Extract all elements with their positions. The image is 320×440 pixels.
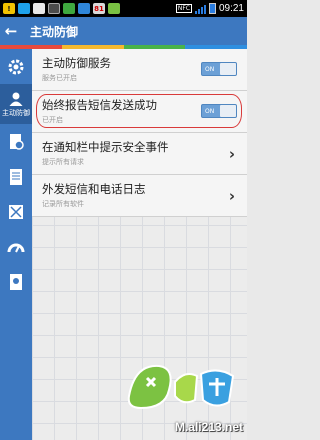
annotation-highlight: [36, 94, 242, 128]
nfc-indicator: NFC: [175, 4, 192, 13]
sidebar-item-settings[interactable]: [0, 49, 32, 84]
sidebar: 主动防御: [0, 49, 32, 440]
grid-icon: [9, 204, 23, 219]
setting-row-defense-service[interactable]: 主动防御服务 服务已开启 ON: [32, 49, 247, 91]
android-icon: [108, 3, 120, 14]
sidebar-item-speed[interactable]: [0, 229, 32, 264]
badge-81-icon: 81: [93, 3, 105, 14]
sidebar-item-report[interactable]: [0, 264, 32, 299]
setting-row-notification[interactable]: 在通知栏中提示安全事件 提示所有请求 ›: [32, 133, 247, 175]
setting-title: 外发短信和电话日志: [42, 182, 146, 196]
sidebar-item-active-defense[interactable]: 主动防御: [0, 84, 32, 124]
sidebar-item-file-protect[interactable]: [0, 124, 32, 159]
watermark: M.ali213.net: [125, 356, 243, 436]
file-shield-icon: [10, 133, 24, 150]
watermark-url: M.ali213.net: [174, 420, 243, 434]
chevron-right-icon: ›: [228, 187, 235, 205]
security-icon: [78, 3, 90, 14]
settings-list: 主动防御服务 服务已开启 ON 始终报告短信发送成功 已开启 ON 在通知栏中提…: [32, 49, 247, 217]
setting-row-outgoing-log[interactable]: 外发短信和电话日志 记录所有软件 ›: [32, 175, 247, 217]
setting-title: 在通知栏中提示安全事件: [42, 140, 169, 154]
defense-service-toggle[interactable]: ON: [201, 62, 237, 76]
toggle-icon: [48, 3, 60, 14]
toggle-label: ON: [205, 65, 215, 73]
shield-user-icon: [9, 92, 23, 106]
clock: 09:21: [218, 3, 244, 14]
toggle-knob: [219, 63, 236, 75]
game-site-logo: [127, 364, 235, 410]
sidebar-item-grid[interactable]: [0, 194, 32, 229]
sidebar-item-documents[interactable]: [0, 159, 32, 194]
alert-icon: !: [3, 3, 15, 14]
page-title: 主动防御: [30, 24, 79, 39]
report-icon: [10, 273, 22, 290]
settings-icon: [8, 59, 24, 74]
status-bar: ! 81 NFC 09:21: [0, 0, 247, 17]
back-button[interactable]: ←: [0, 22, 22, 40]
notification-icons: ! 81: [3, 3, 120, 14]
battery-icon: [208, 3, 216, 14]
title-bar: ← 主动防御: [0, 17, 247, 45]
chevron-right-icon: ›: [228, 145, 235, 163]
speedometer-icon: [7, 243, 25, 252]
shield-icon: [33, 3, 45, 14]
lock-icon: [63, 3, 75, 14]
chat-icon: [18, 3, 30, 14]
signal-icon: [194, 4, 206, 14]
document-icon: [10, 168, 22, 185]
setting-subtitle: 提示所有请求: [42, 158, 84, 166]
sidebar-active-label: 主动防御: [2, 108, 30, 117]
setting-subtitle: 记录所有软件: [42, 200, 84, 208]
